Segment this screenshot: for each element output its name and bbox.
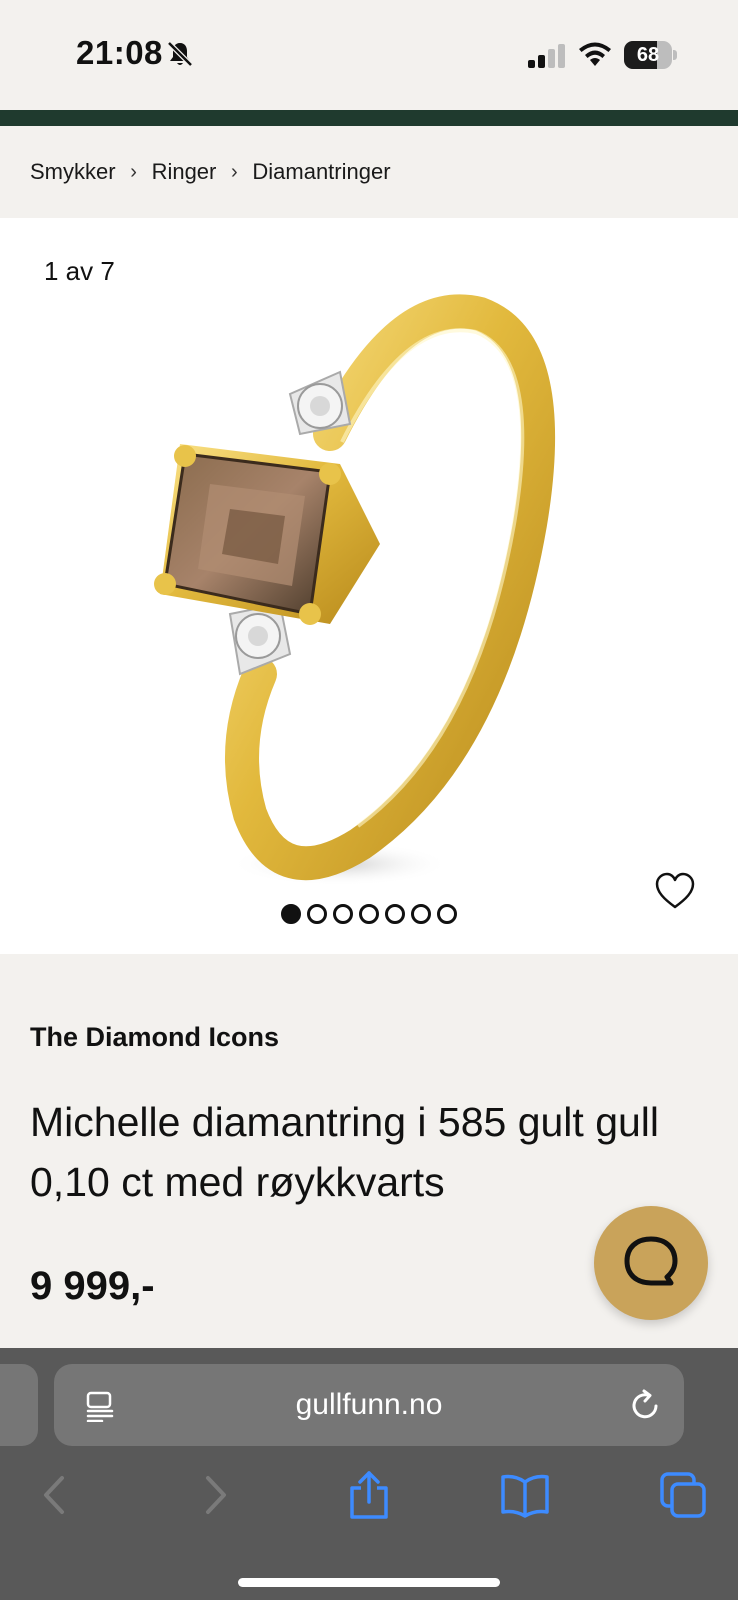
forward-icon[interactable] [190,1470,240,1520]
product-image[interactable] [130,274,600,914]
gallery-dot[interactable] [333,904,353,924]
breadcrumb: Smykker › Ringer › Diamantringer [0,126,738,218]
product-title: Michelle diamantring i 585 gult gull 0,1… [30,1099,660,1205]
brand-strip [0,110,738,126]
back-icon[interactable] [30,1470,80,1520]
url-text: gullfunn.no [295,1388,443,1421]
browser-bar: gullfunn.no [0,1348,738,1600]
previous-tab-preview[interactable] [0,1364,38,1446]
bookmarks-icon[interactable] [500,1470,550,1520]
breadcrumb-item-ringer[interactable]: Ringer [152,159,217,185]
gallery-dot[interactable] [437,904,457,924]
gallery-dot[interactable] [385,904,405,924]
reader-mode-icon[interactable] [84,1390,116,1422]
product-gallery[interactable]: 1 av 7 [0,218,738,954]
cellular-signal-icon [528,44,565,68]
bell-slash-icon [167,41,193,67]
gallery-dot[interactable] [281,904,301,924]
breadcrumb-separator: › [130,160,137,183]
address-bar[interactable]: gullfunn.no [54,1364,684,1446]
wifi-icon [579,42,611,66]
chat-button[interactable] [594,1206,708,1320]
product-price: 9 999,- [30,1264,155,1308]
product-brand[interactable]: The Diamond Icons [30,1022,279,1053]
gallery-pagination [0,904,738,926]
chat-bubble-icon [624,1236,678,1286]
reload-icon[interactable] [628,1388,662,1422]
status-bar: 21:08 68 [0,0,738,110]
breadcrumb-item-smykker[interactable]: Smykker [30,159,116,185]
breadcrumb-separator: › [231,160,238,183]
status-time: 21:08 [76,34,163,71]
battery-level: 68 [636,44,660,66]
gallery-dot[interactable] [307,904,327,924]
share-icon[interactable] [344,1470,394,1520]
battery-icon: 68 [624,41,677,69]
breadcrumb-item-diamantringer[interactable]: Diamantringer [252,159,390,185]
gallery-counter: 1 av 7 [44,256,115,286]
browser-toolbar [0,1470,738,1524]
home-indicator [238,1578,500,1587]
gallery-dot[interactable] [359,904,379,924]
gallery-dot[interactable] [411,904,431,924]
tabs-icon[interactable] [658,1470,708,1520]
